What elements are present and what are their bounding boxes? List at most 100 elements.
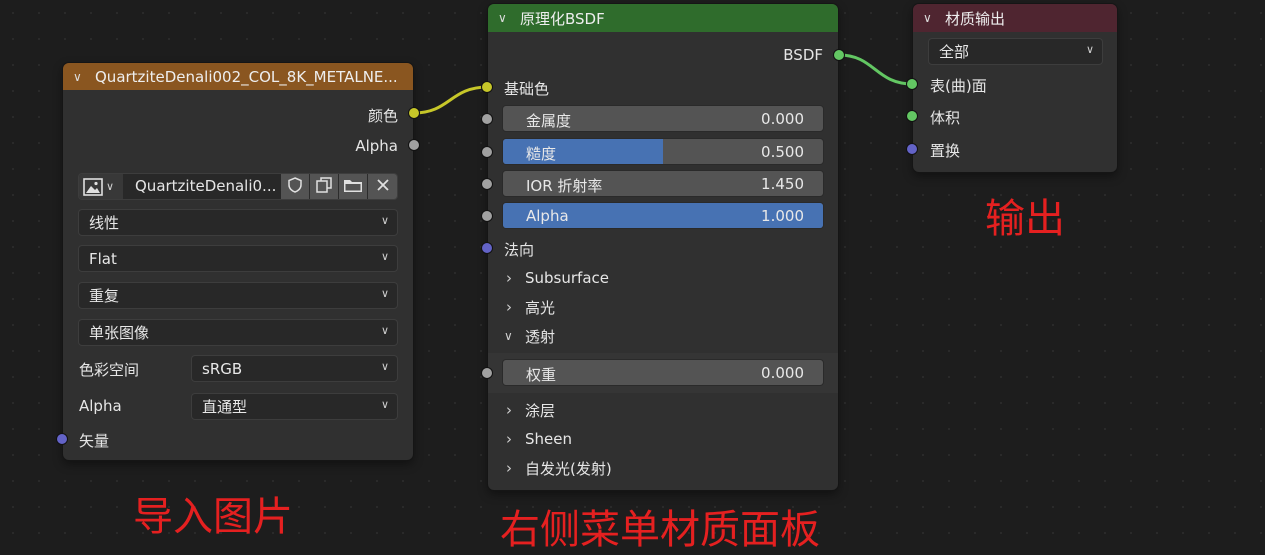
chevron-down-icon: ∨ — [380, 360, 389, 373]
base-color-socket[interactable] — [482, 82, 492, 92]
vector-label: 矢量 — [79, 432, 110, 450]
interpolation-dropdown[interactable]: 线性 ∨ — [78, 209, 398, 236]
extension-dropdown[interactable]: 重复 ∨ — [78, 282, 398, 309]
annotation-import-image: 导入图片 — [133, 494, 293, 540]
duplicate-button[interactable] — [310, 174, 339, 199]
interpolation-value: 线性 — [89, 214, 120, 232]
metallic-label: 金属度 — [526, 112, 572, 130]
panel-sheen[interactable]: › Sheen — [488, 425, 838, 453]
ior-field[interactable]: IOR 折射率 1.450 — [502, 170, 824, 197]
chevron-down-icon[interactable]: ∨ — [923, 11, 937, 25]
target-dropdown[interactable]: 全部 ∨ — [928, 38, 1103, 65]
chevron-down-icon: ∨ — [380, 398, 389, 411]
projection-value: Flat — [89, 249, 117, 268]
roughness-socket[interactable] — [482, 147, 492, 157]
source-value: 单张图像 — [89, 324, 150, 342]
chevron-right-icon: › — [506, 298, 512, 316]
metallic-field[interactable]: 金属度 0.000 — [502, 105, 824, 132]
color-space-dropdown[interactable]: sRGB ∨ — [191, 355, 398, 382]
shield-icon — [286, 176, 304, 198]
chevron-down-icon[interactable]: ∨ — [498, 11, 512, 25]
link-color-to-basecolor — [413, 85, 489, 115]
extension-value: 重复 — [89, 287, 120, 305]
displacement-label: 置换 — [930, 142, 961, 160]
panel-sheen-label: Sheen — [525, 430, 572, 448]
vector-input-socket[interactable] — [57, 434, 67, 444]
color-space-value: sRGB — [202, 359, 243, 378]
bsdf-output-label: BSDF — [783, 46, 823, 64]
chevron-right-icon: › — [506, 401, 512, 419]
color-output-socket[interactable] — [409, 108, 419, 118]
panel-transmission[interactable]: ∨ 透射 — [488, 322, 838, 350]
chevron-down-icon: ∨ — [504, 329, 513, 343]
surface-input-socket[interactable] — [907, 79, 917, 89]
unlink-image-button[interactable] — [368, 174, 397, 199]
annotation-material-panel: 右侧菜单材质面板 — [500, 507, 820, 553]
ior-label: IOR 折射率 — [526, 177, 603, 195]
panel-specular[interactable]: › 高光 — [488, 293, 838, 321]
metallic-socket[interactable] — [482, 114, 492, 124]
annotation-output: 输出 — [985, 196, 1065, 242]
bsdf-node-header[interactable]: ∨ 原理化BSDF — [488, 4, 838, 32]
panel-coat[interactable]: › 涂层 — [488, 396, 838, 424]
volume-input-socket[interactable] — [907, 111, 917, 121]
panel-specular-label: 高光 — [525, 298, 556, 317]
image-node-header[interactable]: ∨ QuartziteDenali002_COL_8K_METALNE... — [63, 63, 413, 90]
panel-emission-label: 自发光(发射) — [525, 459, 612, 478]
weight-label: 权重 — [526, 366, 557, 384]
duplicate-icon — [315, 176, 333, 198]
panel-transmission-label: 透射 — [525, 327, 556, 346]
target-value: 全部 — [939, 43, 970, 61]
folder-icon — [343, 176, 363, 198]
image-type-button[interactable]: ∨ — [79, 174, 123, 199]
chevron-down-icon: ∨ — [380, 250, 389, 263]
alpha-value: 1.000 — [761, 207, 804, 225]
chevron-right-icon: › — [506, 269, 512, 287]
weight-field[interactable]: 权重 0.000 — [502, 359, 824, 386]
normal-label: 法向 — [504, 241, 535, 259]
ior-value: 1.450 — [761, 175, 804, 193]
panel-subsurface[interactable]: › Subsurface — [488, 264, 838, 292]
alpha-mode-label: Alpha — [79, 397, 122, 415]
displacement-input-socket[interactable] — [907, 144, 917, 154]
alpha-output-socket[interactable] — [409, 140, 419, 150]
base-color-label: 基础色 — [504, 80, 550, 98]
surface-label: 表(曲)面 — [930, 77, 987, 95]
weight-socket[interactable] — [482, 368, 492, 378]
image-texture-node[interactable]: ∨ QuartziteDenali002_COL_8K_METALNE... 颜… — [57, 63, 419, 460]
panel-emission[interactable]: › 自发光(发射) — [488, 454, 838, 482]
fake-user-button[interactable] — [281, 174, 310, 199]
alpha-mode-dropdown[interactable]: 直通型 ∨ — [191, 393, 398, 420]
metallic-value: 0.000 — [761, 110, 804, 128]
alpha-socket[interactable] — [482, 211, 492, 221]
weight-value: 0.000 — [761, 364, 804, 382]
roughness-field[interactable]: 糙度 0.500 — [502, 138, 824, 165]
chevron-down-icon[interactable]: ∨ — [73, 70, 87, 84]
ior-socket[interactable] — [482, 179, 492, 189]
chevron-down-icon: ∨ — [380, 287, 389, 300]
source-dropdown[interactable]: 单张图像 ∨ — [78, 319, 398, 346]
bsdf-node-title: 原理化BSDF — [520, 9, 605, 28]
open-image-button[interactable] — [339, 174, 368, 199]
chevron-down-icon: ∨ — [106, 180, 115, 193]
image-name[interactable]: QuartziteDenali0... — [135, 177, 276, 195]
principled-bsdf-node[interactable]: ∨ 原理化BSDF BSDF 基础色 金属度 0.000 糙度 0.500 IO… — [482, 4, 844, 490]
image-node-title: QuartziteDenali002_COL_8K_METALNE... — [95, 67, 398, 86]
output-node-header[interactable]: ∨ 材质输出 — [913, 4, 1117, 32]
chevron-down-icon: ∨ — [1085, 43, 1094, 56]
roughness-label: 糙度 — [526, 145, 557, 163]
output-alpha-label: Alpha — [355, 137, 398, 155]
projection-dropdown[interactable]: Flat ∨ — [78, 245, 398, 272]
alpha-mode-value: 直通型 — [202, 398, 248, 416]
color-space-label: 色彩空间 — [79, 361, 140, 379]
output-node-title: 材质输出 — [945, 9, 1006, 28]
alpha-field[interactable]: Alpha 1.000 — [502, 202, 824, 229]
roughness-value: 0.500 — [761, 143, 804, 161]
link-bsdf-to-surface — [838, 53, 914, 86]
image-selector[interactable]: ∨ QuartziteDenali0... — [78, 173, 398, 200]
material-output-node[interactable]: ∨ 材质输出 全部 ∨ 表(曲)面 体积 置换 — [907, 4, 1117, 172]
normal-socket[interactable] — [482, 243, 492, 253]
bsdf-output-socket[interactable] — [834, 50, 844, 60]
image-icon — [83, 177, 103, 196]
alpha-label: Alpha — [526, 207, 569, 225]
